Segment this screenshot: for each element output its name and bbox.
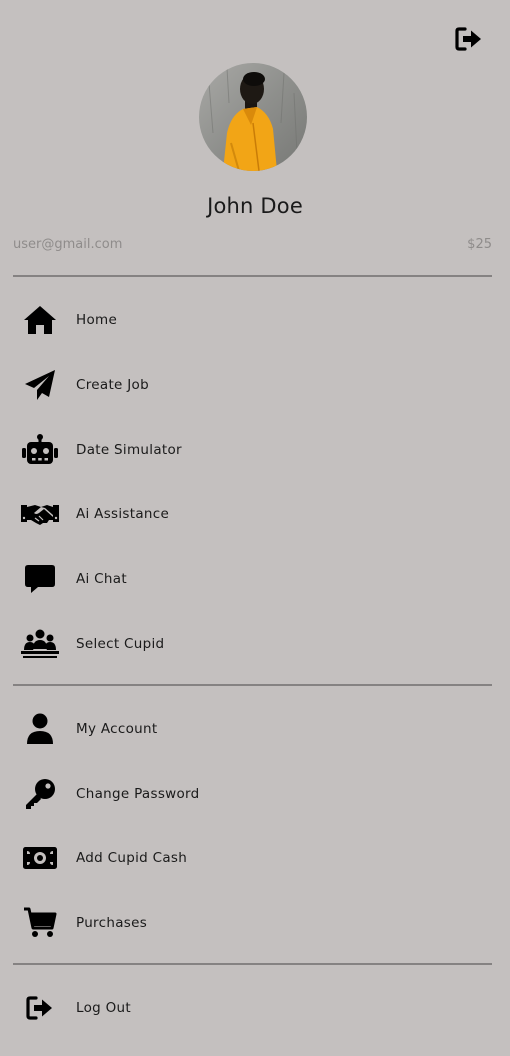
people-group-icon — [21, 625, 59, 663]
divider — [13, 963, 492, 965]
menu-item-label: Date Simulator — [76, 442, 182, 458]
divider — [13, 275, 492, 277]
handshake-icon — [21, 495, 59, 533]
menu-item-add-cupid-cash[interactable]: Add Cupid Cash — [0, 828, 510, 888]
menu-item-purchases[interactable]: Purchases — [0, 893, 510, 953]
paper-plane-icon — [21, 366, 59, 404]
header-logout-button[interactable] — [452, 24, 486, 54]
menu-item-label: Select Cupid — [76, 636, 165, 652]
sign-out-icon — [21, 989, 59, 1027]
menu-item-label: Home — [76, 312, 118, 328]
menu-item-label: Ai Chat — [76, 571, 127, 587]
user-name: John Doe — [207, 194, 303, 218]
menu-item-select-cupid[interactable]: Select Cupid — [0, 614, 510, 674]
money-bill-icon — [21, 839, 59, 877]
menu-item-label: Log Out — [76, 1000, 131, 1016]
shopping-cart-icon — [21, 904, 59, 942]
menu-item-label: Add Cupid Cash — [76, 850, 188, 866]
divider — [13, 684, 492, 686]
menu-item-log-out[interactable]: Log Out — [0, 978, 510, 1038]
cupid-cash-balance: $25 — [467, 237, 492, 252]
menu-item-label: Ai Assistance — [76, 506, 170, 522]
key-icon — [21, 775, 59, 813]
menu-item-label: Change Password — [76, 786, 200, 802]
menu-item-change-password[interactable]: Change Password — [0, 764, 510, 824]
menu-item-label: Purchases — [76, 915, 148, 931]
menu-item-create-job[interactable]: Create Job — [0, 355, 510, 415]
user-email: user@gmail.com — [13, 237, 123, 252]
menu-item-home[interactable]: Home — [0, 290, 510, 350]
menu-item-ai-assistance[interactable]: Ai Assistance — [0, 484, 510, 544]
menu-item-date-simulator[interactable]: Date Simulator — [0, 420, 510, 480]
menu-item-label: My Account — [76, 721, 158, 737]
avatar — [199, 63, 307, 171]
sign-out-icon — [454, 26, 484, 52]
chat-bubble-icon — [21, 560, 59, 598]
menu-item-ai-chat[interactable]: Ai Chat — [0, 549, 510, 609]
user-icon — [21, 710, 59, 748]
menu-item-my-account[interactable]: My Account — [0, 699, 510, 759]
menu-item-label: Create Job — [76, 377, 149, 393]
home-icon — [21, 301, 59, 339]
robot-icon — [21, 431, 59, 469]
